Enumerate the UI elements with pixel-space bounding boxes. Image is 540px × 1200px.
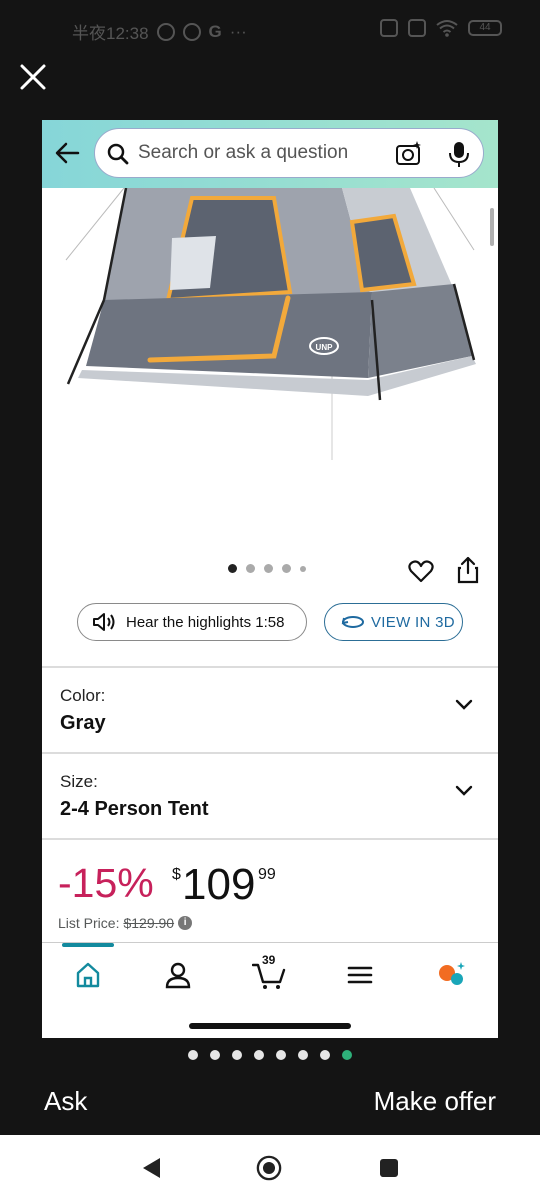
home-circle-icon[interactable] (256, 1155, 282, 1181)
gallery-dots (228, 564, 306, 573)
color-label: Color: (60, 686, 106, 705)
screenshot-pager (188, 1050, 352, 1060)
make-offer-button[interactable]: Make offer (374, 1086, 496, 1117)
status-right: 44 (380, 19, 502, 37)
list-price-value: $129.90 (123, 915, 175, 931)
gallery-dot[interactable] (264, 564, 273, 573)
recents-square-icon[interactable] (376, 1155, 402, 1181)
share-icon[interactable] (456, 556, 480, 584)
wifi-icon (436, 20, 458, 37)
gesture-bar (189, 1023, 351, 1029)
pager-dot[interactable] (298, 1050, 308, 1060)
gallery-dot[interactable] (300, 565, 306, 572)
size-label: Size: (60, 772, 98, 791)
listing-screenshot: Search or ask a question UNP Hear the hi… (42, 120, 498, 1038)
system-nav-bar (0, 1135, 540, 1200)
status-bar: 半夜12:38 G ··· 44 (0, 0, 540, 60)
menu-icon[interactable] (344, 959, 376, 991)
back-arrow-icon[interactable] (54, 140, 80, 166)
info-icon[interactable]: i (178, 916, 193, 930)
product-image[interactable]: UNP (42, 188, 498, 568)
rotate-3d-icon (341, 616, 364, 628)
rufus-icon[interactable] (436, 959, 468, 991)
battery-icon: 44 (468, 20, 502, 36)
svg-text:UNP: UNP (316, 343, 334, 352)
facebook-icon (182, 22, 201, 41)
price-whole: 109 (182, 860, 256, 909)
microphone-icon[interactable] (447, 140, 471, 168)
size-selector[interactable]: Size: 2-4 Person Tent (42, 754, 498, 838)
view-in-3d-label: VIEW IN 3D (371, 613, 455, 631)
divider (42, 838, 498, 840)
pager-dot[interactable] (342, 1050, 352, 1060)
speaker-icon (93, 613, 115, 631)
cart-count: 39 (262, 953, 276, 967)
price-fraction: 99 (258, 866, 276, 883)
pager-dot[interactable] (210, 1050, 220, 1060)
chevron-down-icon (455, 699, 473, 710)
heart-icon[interactable] (408, 558, 434, 584)
hear-highlights-label: Hear the highlights 1:58 (126, 613, 285, 631)
hear-highlights-button[interactable]: Hear the highlights 1:58 (77, 603, 307, 641)
pager-dot[interactable] (254, 1050, 264, 1060)
home-icon[interactable] (72, 959, 104, 991)
nfc-icon (380, 19, 398, 37)
color-value: Gray (60, 712, 106, 734)
price-block: -15% $ 109 99 (58, 860, 478, 914)
pager-dot[interactable] (320, 1050, 330, 1060)
camera-lens-icon[interactable] (395, 140, 423, 168)
list-price-label: List Price: (58, 915, 120, 931)
back-triangle-icon[interactable] (138, 1155, 164, 1181)
pager-dot[interactable] (232, 1050, 242, 1060)
cart-button[interactable]: 39 (251, 953, 286, 991)
sim-icon (408, 19, 426, 37)
gallery-dot[interactable] (246, 564, 255, 573)
status-extras: ··· (229, 21, 247, 41)
search-input[interactable]: Search or ask a question (94, 128, 484, 178)
discount-percent: -15% (58, 860, 154, 906)
gallery-dot[interactable] (282, 564, 291, 573)
close-icon[interactable] (16, 60, 50, 94)
size-value: 2-4 Person Tent (60, 798, 209, 820)
account-icon[interactable] (162, 959, 194, 991)
gallery-dot[interactable] (228, 564, 237, 573)
bottom-nav: 39 (42, 942, 498, 1038)
chevron-down-icon (455, 785, 473, 796)
search-placeholder: Search or ask a question (138, 142, 349, 163)
status-time: 半夜12:38 (72, 24, 149, 43)
view-in-3d-button[interactable]: VIEW IN 3D (324, 603, 463, 641)
color-selector[interactable]: Color: Gray (42, 668, 498, 752)
active-tab-indicator (62, 943, 114, 947)
notification-icon (156, 22, 175, 41)
pager-dot[interactable] (276, 1050, 286, 1060)
price-currency: $ (172, 866, 181, 883)
status-left: 半夜12:38 G ··· (72, 19, 247, 44)
search-header: Search or ask a question (42, 120, 498, 188)
google-icon: G (208, 21, 222, 41)
ask-button[interactable]: Ask (44, 1086, 87, 1117)
image-scrollbar[interactable] (490, 208, 494, 246)
list-price: List Price: $129.90 i (58, 915, 193, 931)
pager-dot[interactable] (188, 1050, 198, 1060)
search-icon (107, 143, 129, 165)
